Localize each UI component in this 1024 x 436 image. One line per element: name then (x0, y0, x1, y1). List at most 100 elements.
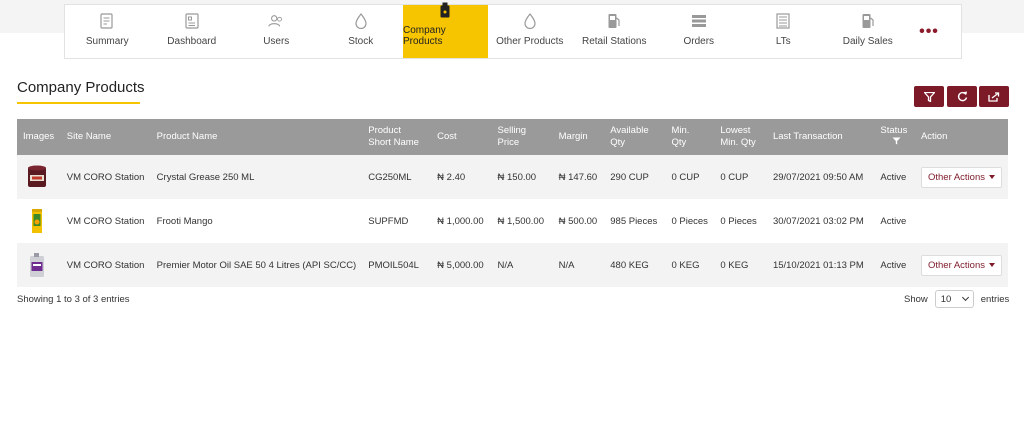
col-available-qty[interactable]: Available Qty (604, 119, 665, 155)
page-title: Company Products (17, 79, 145, 96)
nav-item-stock[interactable]: Stock (319, 5, 404, 58)
nav-item-other-products[interactable]: Other Products (488, 5, 573, 58)
col-cost[interactable]: Cost (431, 119, 491, 155)
lowest-min-qty-cell: 0 Pieces (720, 215, 757, 227)
nav-item-users[interactable]: Users (234, 5, 319, 58)
table-row: VM CORO Station Crystal Grease 250 ML CG… (17, 155, 1008, 199)
status-cell: Active (880, 171, 907, 183)
nav-item-lts[interactable]: LTs (741, 5, 826, 58)
margin-cell: ₦ 500.00 (558, 215, 598, 227)
grease-tub-image (28, 165, 46, 187)
nav-label: Retail Stations (582, 36, 647, 47)
nav-label: Other Products (496, 36, 564, 47)
site-name-cell: VM CORO Station (66, 171, 145, 183)
table-header-row: Images Site Name Product Name Product Sho… (17, 119, 1008, 155)
col-min-qty[interactable]: Min. Qty (666, 119, 715, 155)
short-name-cell: PMOIL504L (368, 259, 419, 271)
col-selling-price[interactable]: Selling Price (492, 119, 553, 155)
status-cell: Active (880, 215, 907, 227)
caret-down-icon (989, 175, 995, 179)
nav-label: Stock (348, 36, 374, 47)
status-filter-icon[interactable] (892, 137, 901, 145)
cost-cell: ₦ 2.40 (437, 171, 466, 183)
fuel-pump-icon (606, 13, 622, 29)
filter-button[interactable] (914, 86, 944, 107)
page-size-select[interactable]: 10 (934, 290, 974, 308)
show-label: Show (904, 293, 928, 305)
lowest-min-qty-cell: 0 CUP (720, 171, 749, 183)
export-icon (988, 91, 1000, 102)
more-menu-button[interactable]: ••• (910, 5, 948, 58)
other-actions-button[interactable]: Other Actions (920, 166, 1002, 188)
refresh-button[interactable] (947, 86, 977, 107)
filter-icon (923, 91, 935, 102)
available-qty-cell: 290 CUP (610, 171, 649, 183)
cost-cell: ₦ 5,000.00 (437, 259, 484, 271)
company-products-icon (437, 2, 453, 18)
nav-label: Summary (85, 36, 129, 47)
margin-cell: ₦ 147.60 (558, 171, 598, 183)
chevron-down-icon (961, 293, 969, 302)
entries-label: entries (980, 293, 1010, 305)
action-cell (915, 199, 1008, 243)
col-margin[interactable]: Margin (553, 119, 605, 155)
page-size-control: Show 10 entries (904, 290, 1009, 308)
table-row: VM CORO Station Premier Motor Oil SAE 50… (17, 243, 1008, 287)
site-name-cell: VM CORO Station (66, 259, 145, 271)
refresh-icon (957, 91, 967, 102)
orders-icon (691, 13, 707, 29)
product-image-cell (17, 155, 61, 199)
nav-item-retail-stations[interactable]: Retail Stations (572, 5, 657, 58)
col-status[interactable]: Status (874, 119, 915, 155)
other-actions-button[interactable]: Other Actions (920, 254, 1002, 276)
last-transaction-cell: 15/10/2021 01:13 PM (772, 259, 864, 271)
export-button[interactable] (979, 86, 1009, 107)
col-short-name[interactable]: Product Short Name (362, 119, 431, 155)
stock-drop-icon (353, 13, 369, 29)
fuel-pump-icon (860, 13, 876, 29)
selling-price-cell: ₦ 1,500.00 (497, 215, 544, 227)
col-images[interactable]: Images (17, 119, 61, 155)
nav-item-company-products[interactable]: Company Products (403, 2, 488, 58)
product-image-cell (17, 199, 61, 243)
last-transaction-cell: 29/07/2021 09:50 AM (772, 171, 864, 183)
product-name-cell: Crystal Grease 250 ML (156, 171, 255, 183)
table-row: VM CORO Station Frooti Mango SUPFMD ₦ 1,… (17, 199, 1008, 243)
col-action: Action (920, 131, 948, 142)
nav-label: Users (263, 36, 290, 47)
juice-pack-image (32, 209, 42, 233)
col-last-transaction[interactable]: Last Transaction (767, 119, 874, 155)
selling-price-cell: ₦ 150.00 (497, 171, 537, 183)
status-cell: Active (880, 259, 907, 271)
users-icon (268, 13, 284, 29)
short-name-cell: SUPFMD (368, 215, 409, 227)
lts-icon (775, 13, 791, 29)
product-name-cell: Frooti Mango (156, 215, 213, 227)
product-name-cell: Premier Motor Oil SAE 50 4 Litres (API S… (156, 259, 357, 271)
nav-label: Daily Sales (842, 36, 893, 47)
nav-item-orders[interactable]: Orders (657, 5, 742, 58)
margin-cell: N/A (558, 259, 575, 271)
nav-item-dashboard[interactable]: Dashboard (150, 5, 235, 58)
product-image-cell (17, 243, 61, 287)
other-products-drop-icon (522, 13, 538, 29)
dashboard-icon (184, 13, 200, 29)
nav-item-summary[interactable]: Summary (65, 5, 150, 58)
nav-item-daily-sales[interactable]: Daily Sales (826, 5, 911, 58)
nav-label: LTs (775, 36, 791, 47)
col-lowest-min-qty[interactable]: Lowest Min. Qty (714, 119, 767, 155)
table-info-text: Showing 1 to 3 of 3 entries (17, 294, 130, 305)
lowest-min-qty-cell: 0 KEG (720, 259, 749, 271)
products-table: Images Site Name Product Name Product Sho… (17, 119, 1008, 287)
available-qty-cell: 985 Pieces (610, 215, 658, 227)
min-qty-cell: 0 CUP (671, 171, 700, 183)
title-underline (17, 102, 140, 104)
min-qty-cell: 0 Pieces (671, 215, 708, 227)
col-product-name[interactable]: Product Name (151, 119, 363, 155)
site-name-cell: VM CORO Station (66, 215, 145, 227)
more-dots-icon: ••• (919, 22, 939, 40)
last-transaction-cell: 30/07/2021 03:02 PM (772, 215, 864, 227)
action-cell: Other Actions (915, 243, 1008, 287)
min-qty-cell: 0 KEG (671, 259, 700, 271)
col-site-name[interactable]: Site Name (61, 119, 151, 155)
